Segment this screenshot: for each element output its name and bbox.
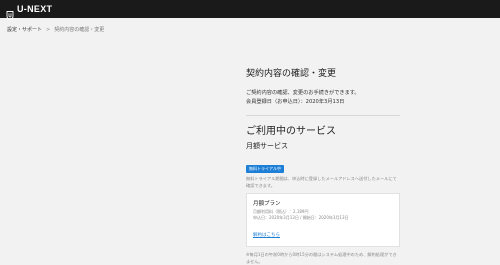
services-section-title: ご利用中のサービス [246, 126, 336, 137]
plan-name: 月額プラン [253, 201, 281, 207]
logo-text: U-NEXT [17, 4, 53, 14]
top-header: U-NEXT [0, 0, 500, 20]
registration-date: 会員登録日（お申込日）：2020年3月13日 [246, 99, 345, 105]
contract-summary: 契約内容の確認・変更 ご契約内容の確認、変更のお手続きができます。 会員登録日（… [246, 66, 396, 107]
section-divider [246, 115, 400, 116]
monthly-service-title: 月額サービス [246, 142, 288, 150]
u-next-logo[interactable]: U-NEXT [6, 4, 53, 20]
trial-note: 無料トライアル期間は、申込時に登録したメールアドレスへ送付したメールにて確認でき… [246, 176, 397, 188]
services-section: ご利用中のサービス 月額サービス 無料トライアル中 無料トライアル期間は、申込時… [246, 122, 400, 265]
page-description: ご契約内容の確認、変更のお手続きができます。 [246, 90, 360, 96]
plan-card: 月額プラン 月額利用料（税込）：2,189円 申込日：2020年3月13日 / … [246, 193, 400, 247]
plan-dates: 申込日：2020年3月13日 / 開始日：2020年3月13日 [253, 215, 349, 220]
u-next-shield-icon [6, 5, 14, 20]
page-title: 契約内容の確認・変更 [246, 69, 337, 79]
breadcrumb-settings-support[interactable]: 設定・サポート [7, 26, 42, 33]
maintenance-footnote: ※毎月1日の午前0時から0時15分の間はシステム処理中のため、解約処理ができませ… [246, 252, 397, 264]
free-trial-badge: 無料トライアル中 [246, 165, 284, 173]
breadcrumb-current: 契約内容の確認・変更 [54, 27, 105, 33]
breadcrumb-separator: > [46, 26, 51, 33]
cancel-link[interactable]: 解約はこちら [253, 232, 280, 238]
breadcrumb: 設定・サポート > 契約内容の確認・変更 [7, 26, 105, 34]
